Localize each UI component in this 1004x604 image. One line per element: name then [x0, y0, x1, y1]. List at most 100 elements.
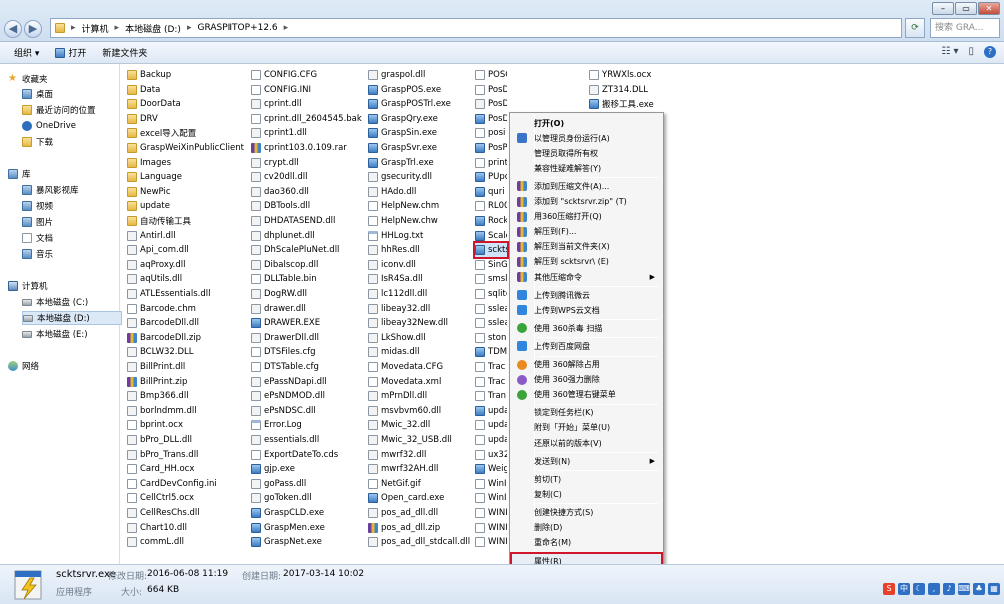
file-item[interactable]: Movedata.xml: [368, 375, 473, 389]
sidebar-item-documents[interactable]: 文档: [22, 231, 53, 245]
menu-item[interactable]: 使用 360强力删除: [512, 373, 661, 387]
file-item[interactable]: HHLog.txt: [368, 229, 473, 243]
file-item[interactable]: graspol.dll: [368, 68, 473, 82]
file-item[interactable]: BillPrint.zip: [127, 375, 245, 389]
breadcrumb-drive[interactable]: 本地磁盘 (D:): [125, 22, 181, 35]
organize-button[interactable]: 组织 ▾: [14, 46, 39, 59]
menu-item[interactable]: 添加到压缩文件(A)...: [512, 179, 661, 193]
sidebar-item-video[interactable]: 视频: [22, 199, 53, 213]
file-item[interactable]: CellCtrl5.ocx: [127, 491, 245, 505]
file-item[interactable]: GraspCLD.exe: [251, 506, 366, 520]
file-item[interactable]: sqlite: [475, 287, 507, 301]
file-item[interactable]: Open_card.exe: [368, 491, 473, 505]
file-item[interactable]: PUpo: [475, 170, 507, 184]
file-item[interactable]: Tran: [475, 389, 507, 403]
sidebar-item-libraries[interactable]: 库: [8, 167, 31, 181]
moon-icon[interactable]: ☾: [913, 583, 925, 595]
keyboard-icon[interactable]: ⌨: [958, 583, 970, 595]
menu-item[interactable]: 管理员取得所有权: [512, 146, 661, 160]
file-item[interactable]: Bmp366.dll: [127, 389, 245, 403]
file-item[interactable]: DRV: [127, 112, 245, 126]
file-item[interactable]: ston: [475, 331, 507, 345]
file-item[interactable]: libeay32.dll: [368, 302, 473, 316]
file-item[interactable]: pos_ad_dll_stdcall.dll: [368, 535, 473, 549]
menu-item[interactable]: 以管理员身份运行(A): [512, 131, 661, 145]
file-item[interactable]: Mwic_32.dll: [368, 418, 473, 432]
skin-icon[interactable]: ♣: [973, 583, 985, 595]
file-item[interactable]: DTSFiles.cfg: [251, 345, 366, 359]
file-item[interactable]: NetGif.gif: [368, 477, 473, 491]
file-item[interactable]: goToken.dll: [251, 491, 366, 505]
sidebar-item-favorites[interactable]: ★ 收藏夹: [8, 72, 48, 86]
menu-item[interactable]: 解压到当前文件夹(X): [512, 240, 661, 254]
file-item[interactable]: GraspSvr.exe: [368, 141, 473, 155]
menu-item[interactable]: 使用 360解除占用: [512, 358, 661, 372]
breadcrumb-computer[interactable]: 计算机: [82, 22, 109, 35]
file-item[interactable]: BarcodeDll.zip: [127, 331, 245, 345]
sidebar-item-drive-e[interactable]: 本地磁盘 (E:): [22, 327, 88, 341]
file-item[interactable]: DogRW.dll: [251, 287, 366, 301]
file-item[interactable]: mPrnDll.dll: [368, 389, 473, 403]
file-item[interactable]: GraspNet.exe: [251, 535, 366, 549]
menu-item[interactable]: 解压到 scktsrvr\ (E): [512, 255, 661, 269]
menu-item[interactable]: 添加到 "scktsrvr.zip" (T): [512, 195, 661, 209]
file-item[interactable]: GraspSin.exe: [368, 126, 473, 140]
file-item[interactable]: bprint.ocx: [127, 418, 245, 432]
file-item[interactable]: Language: [127, 170, 245, 184]
file-item[interactable]: Antirl.dll: [127, 229, 245, 243]
file-item[interactable]: ePassNDapi.dll: [251, 375, 366, 389]
file-item[interactable]: Card_HH.ocx: [127, 462, 245, 476]
menu-item[interactable]: 上传到WPS云文档: [512, 303, 661, 317]
file-item[interactable]: update: [127, 199, 245, 213]
file-item[interactable]: CONFIG.CFG: [251, 68, 366, 82]
back-button[interactable]: ◀: [4, 20, 22, 38]
file-item[interactable]: ZT314.DLL: [589, 83, 699, 97]
menu-item[interactable]: 重命名(M): [512, 536, 661, 550]
sidebar-item-desktop[interactable]: 桌面: [22, 87, 53, 101]
menu-item[interactable]: 上传到腾讯微云: [512, 288, 661, 302]
file-item[interactable]: print: [475, 156, 507, 170]
file-item[interactable]: DrawerDll.dll: [251, 331, 366, 345]
file-item[interactable]: Dibalscop.dll: [251, 258, 366, 272]
maximize-button[interactable]: ▭: [955, 2, 977, 15]
file-item[interactable]: RL00: [475, 199, 507, 213]
file-item[interactable]: GraspMen.exe: [251, 521, 366, 535]
menu-item[interactable]: 其他压缩命令 ▶: [512, 270, 661, 284]
file-item[interactable]: NewPic: [127, 185, 245, 199]
file-item[interactable]: GraspPOS.exe: [368, 83, 473, 97]
file-item[interactable]: Chart10.dll: [127, 521, 245, 535]
preview-pane-icon[interactable]: ▯: [968, 46, 974, 58]
file-item[interactable]: bPro_DLL.dll: [127, 433, 245, 447]
file-item[interactable]: libeay32New.dll: [368, 316, 473, 330]
file-item[interactable]: GraspTrl.exe: [368, 156, 473, 170]
file-item[interactable]: DHDATASEND.dll: [251, 214, 366, 228]
file-item[interactable]: WinI: [475, 491, 507, 505]
microphone-icon[interactable]: ♪: [943, 583, 955, 595]
file-item[interactable]: PosDevConfig.ini: [475, 83, 507, 97]
file-item[interactable]: cprint103.0.109.rar: [251, 141, 366, 155]
breadcrumb-folder[interactable]: GRASPⅡTOP+12.6: [197, 23, 277, 33]
file-item[interactable]: dao360.dll: [251, 185, 366, 199]
menu-item[interactable]: 使用 360管理右键菜单: [512, 388, 661, 402]
file-item[interactable]: ExportDateTo.cds: [251, 448, 366, 462]
file-item[interactable]: iconv.dll: [368, 258, 473, 272]
file-item[interactable]: YRWXls.ocx: [589, 68, 699, 82]
punctuation-icon[interactable]: ,: [928, 583, 940, 595]
file-item[interactable]: cprint.dll_2604545.bak: [251, 112, 366, 126]
file-item[interactable]: crypt.dll: [251, 156, 366, 170]
file-item[interactable]: BarcodeDll.dll: [127, 316, 245, 330]
file-item[interactable]: Barcode.chm: [127, 302, 245, 316]
file-item[interactable]: SinG: [475, 258, 507, 272]
file-item[interactable]: msvbvm60.dll: [368, 404, 473, 418]
file-item[interactable]: gsecurity.dll: [368, 170, 473, 184]
file-item[interactable]: Scale: [475, 229, 507, 243]
file-item[interactable]: GraspPOSTrl.exe: [368, 97, 473, 111]
file-item[interactable]: 自动传输工具: [127, 214, 245, 228]
menu-item[interactable]: 兼容性疑难解答(Y): [512, 161, 661, 175]
menu-item[interactable]: 附到「开始」菜单(U): [512, 421, 661, 435]
file-item[interactable]: excel导入配置: [127, 126, 245, 140]
file-item[interactable]: DhScalePluNet.dll: [251, 243, 366, 257]
help-icon[interactable]: ?: [984, 46, 996, 58]
file-item[interactable]: WINI: [475, 506, 507, 520]
file-item[interactable]: ATLEssentials.dll: [127, 287, 245, 301]
